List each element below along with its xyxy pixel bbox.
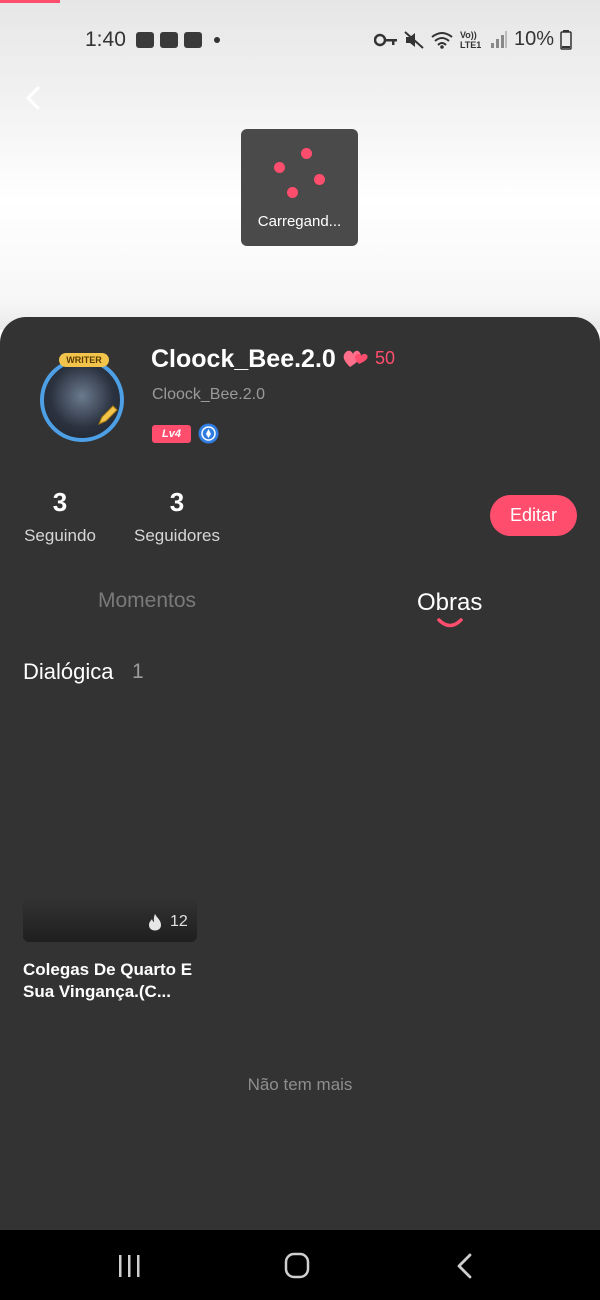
work-heat-count: 12: [170, 913, 188, 930]
section-title: Dialógica: [23, 659, 114, 684]
edit-profile-button[interactable]: Editar: [490, 495, 577, 536]
back-arrow-icon[interactable]: [18, 80, 50, 116]
verified-icon[interactable]: [198, 423, 219, 444]
followers-label: Seguidores: [133, 526, 220, 545]
tab-moments[interactable]: Momentos: [98, 589, 196, 613]
section-count: 1: [132, 660, 144, 683]
key-icon: [373, 33, 397, 46]
work-title[interactable]: Colegas De Quarto E Sua Vingança.(C...: [23, 959, 203, 1003]
progress-indicator: [0, 0, 60, 3]
followers-count: 3: [169, 487, 185, 517]
tab-works[interactable]: Obras: [417, 589, 482, 617]
back-icon[interactable]: [450, 1252, 480, 1280]
page-header-area: 1:40 Vo)) LTE1 10% Carregand...: [0, 0, 600, 330]
hearts-count: 50: [375, 348, 396, 368]
battery-icon: [560, 29, 572, 50]
loading-toast: Carregand...: [241, 129, 358, 246]
profile-sheet: WRITER Cloock_Bee.2.0 50 Cloock_Bee.2.0 …: [0, 317, 600, 1230]
mute-icon: [404, 30, 424, 49]
fire-icon: [149, 914, 161, 931]
loading-spinner-icon: [241, 129, 358, 219]
level-badge[interactable]: Lv4: [152, 425, 191, 443]
following-label: Seguindo: [24, 526, 96, 545]
status-time: 1:40: [85, 28, 126, 51]
battery-text: 10%: [513, 28, 554, 50]
loading-text: Carregand...: [257, 213, 342, 230]
profile-name: Cloock_Bee.2.0: [151, 345, 336, 373]
avatar[interactable]: [40, 358, 124, 442]
system-nav-bar: [0, 1230, 600, 1300]
recent-apps-icon[interactable]: [114, 1252, 144, 1280]
followers-stat[interactable]: 3 Seguidores: [132, 487, 222, 546]
status-bar: 1:40 Vo)) LTE1 10%: [0, 22, 600, 58]
signal-icon: [490, 30, 507, 48]
home-icon[interactable]: [282, 1252, 312, 1280]
writer-badge: WRITER: [59, 353, 109, 367]
following-count: 3: [52, 487, 68, 517]
youtube-icon: [184, 32, 202, 48]
hearts-icon: [343, 350, 368, 367]
wifi-icon: [431, 31, 453, 49]
voicemail-icon: [160, 32, 178, 48]
end-of-list-text: Não tem mais: [247, 1075, 353, 1094]
pen-icon: [98, 405, 118, 425]
profile-handle: Cloock_Bee.2.0: [152, 386, 265, 403]
image-icon: [136, 32, 154, 48]
active-tab-indicator: [437, 618, 463, 628]
volte-icon: Vo)) LTE1: [459, 29, 482, 50]
dot-icon: [214, 37, 220, 43]
following-stat[interactable]: 3 Seguindo: [23, 487, 97, 546]
